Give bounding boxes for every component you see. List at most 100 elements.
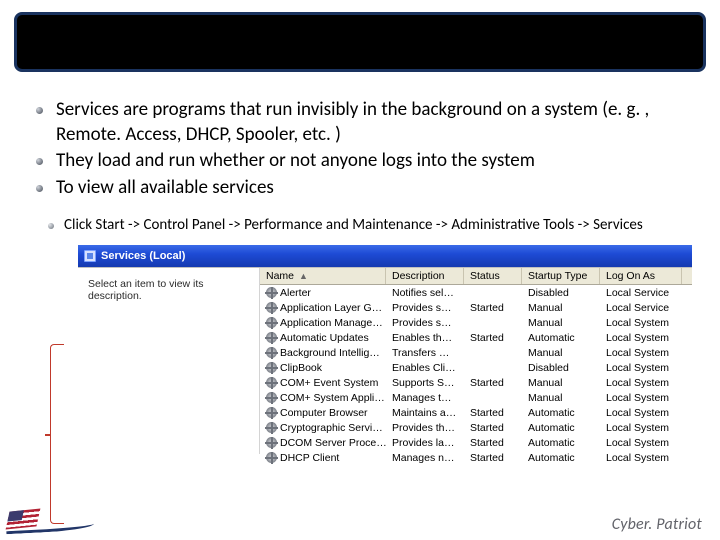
cell-status: Started bbox=[464, 377, 522, 389]
cell-logon: Local System bbox=[600, 332, 682, 344]
slide: Services are programs that run invisibly… bbox=[0, 0, 720, 540]
table-row[interactable]: DCOM Server Proce…Provides la…StartedAut… bbox=[260, 435, 692, 450]
cell-status: Started bbox=[464, 452, 522, 464]
service-name: DCOM Server Proce… bbox=[280, 437, 386, 449]
cell-startup: Automatic bbox=[522, 422, 600, 434]
table-row[interactable]: Automatic UpdatesEnables th…StartedAutom… bbox=[260, 330, 692, 345]
bullet-text: They load and run whether or not anyone … bbox=[56, 149, 535, 172]
cell-logon: Local System bbox=[600, 422, 682, 434]
cell-status: Started bbox=[464, 407, 522, 419]
cell-status: Started bbox=[464, 302, 522, 314]
gear-icon bbox=[266, 422, 277, 433]
cell-name: COM+ System Appli… bbox=[260, 392, 386, 404]
cell-startup: Manual bbox=[522, 347, 600, 359]
gear-icon bbox=[266, 452, 277, 463]
bullet-item: Services are programs that run invisibly… bbox=[36, 98, 706, 147]
cell-description: Provides s… bbox=[386, 317, 464, 329]
cell-name: Background Intellig… bbox=[260, 347, 386, 359]
table-row[interactable]: ClipBookEnables Cli…DisabledLocal System bbox=[260, 360, 692, 375]
cell-name: Automatic Updates bbox=[260, 332, 386, 344]
service-name: DHCP Client bbox=[280, 452, 339, 464]
service-name: COM+ System Appli… bbox=[280, 392, 385, 404]
col-header-startup[interactable]: Startup Type bbox=[522, 268, 600, 284]
sub-bullet-text: Click Start -> Control Panel -> Performa… bbox=[64, 216, 643, 234]
cell-description: Enables th… bbox=[386, 332, 464, 344]
cell-name: ClipBook bbox=[260, 362, 386, 374]
col-header-description[interactable]: Description bbox=[386, 268, 464, 284]
bullet-item: To view all available services bbox=[36, 176, 706, 201]
table-row[interactable]: COM+ Event System Supports S…StartedManua… bbox=[260, 375, 692, 390]
service-name: Cryptographic Servi… bbox=[280, 422, 383, 434]
col-label: Description bbox=[392, 270, 445, 282]
cell-startup: Manual bbox=[522, 392, 600, 404]
cell-logon: Local System bbox=[600, 362, 682, 374]
red-bracket bbox=[50, 344, 64, 524]
cell-name: Alerter bbox=[260, 287, 386, 299]
services-screenshot: Services (Local) Select an item to view … bbox=[78, 245, 692, 465]
table-row[interactable]: AlerterNotifies sel…DisabledLocal Servic… bbox=[260, 285, 692, 300]
table-row[interactable]: Application Layer G…Provides s…StartedMa… bbox=[260, 300, 692, 315]
table-header: Name▲ Description Status Startup Type Lo… bbox=[260, 268, 692, 285]
service-name: Alerter bbox=[280, 287, 311, 299]
cell-logon: Local System bbox=[600, 452, 682, 464]
cell-description: Enables Cli… bbox=[386, 362, 464, 374]
cell-logon: Local System bbox=[600, 407, 682, 419]
cell-description: Notifies sel… bbox=[386, 287, 464, 299]
window-title: Services (Local) bbox=[101, 250, 185, 262]
cell-startup: Automatic bbox=[522, 407, 600, 419]
cell-description: Manages t… bbox=[386, 392, 464, 404]
cell-description: Provides s… bbox=[386, 302, 464, 314]
table-row[interactable]: Application Manage…Provides s…ManualLoca… bbox=[260, 315, 692, 330]
cell-logon: Local Service bbox=[600, 302, 682, 314]
gear-icon bbox=[266, 407, 277, 418]
gear-icon bbox=[266, 287, 277, 298]
col-header-status[interactable]: Status bbox=[464, 268, 522, 284]
table-row[interactable]: Cryptographic Servi…Provides th…StartedA… bbox=[260, 420, 692, 435]
cell-description: Provides la… bbox=[386, 437, 464, 449]
col-header-logon[interactable]: Log On As bbox=[600, 268, 682, 284]
bullet-text: To view all available services bbox=[56, 176, 274, 199]
left-hint-text: Select an item to view its description. bbox=[88, 278, 204, 302]
col-header-name[interactable]: Name▲ bbox=[260, 268, 386, 284]
col-label: Name bbox=[266, 270, 294, 282]
services-icon bbox=[84, 250, 96, 262]
service-name: Computer Browser bbox=[280, 407, 368, 419]
cell-startup: Automatic bbox=[522, 437, 600, 449]
service-name: ClipBook bbox=[280, 362, 322, 374]
cell-startup: Automatic bbox=[522, 452, 600, 464]
col-label: Status bbox=[470, 270, 500, 282]
cell-status: Started bbox=[464, 422, 522, 434]
table-row[interactable]: Background Intellig…Transfers …ManualLoc… bbox=[260, 345, 692, 360]
gear-icon bbox=[266, 332, 277, 343]
cell-description: Supports S… bbox=[386, 377, 464, 389]
cell-logon: Local System bbox=[600, 392, 682, 404]
cell-logon: Local System bbox=[600, 347, 682, 359]
gear-icon bbox=[266, 437, 277, 448]
cell-name: Cryptographic Servi… bbox=[260, 422, 386, 434]
title-bar bbox=[14, 12, 706, 72]
cell-name: Application Manage… bbox=[260, 317, 386, 329]
service-name: Application Manage… bbox=[280, 317, 383, 329]
cell-name: DHCP Client bbox=[260, 452, 386, 464]
table-row[interactable]: COM+ System Appli…Manages t… ManualLocal … bbox=[260, 390, 692, 405]
cell-description: Maintains a… bbox=[386, 407, 464, 419]
cell-status: Started bbox=[464, 437, 522, 449]
cell-logon: Local System bbox=[600, 377, 682, 389]
service-name: COM+ Event System bbox=[280, 377, 378, 389]
window-titlebar: Services (Local) bbox=[78, 245, 692, 267]
gear-icon bbox=[266, 392, 277, 403]
table-row[interactable]: DHCP ClientManages n…StartedAutomaticLoc… bbox=[260, 450, 692, 465]
services-table: Name▲ Description Status Startup Type Lo… bbox=[260, 268, 692, 465]
bullet-text: Services are programs that run invisibly… bbox=[56, 98, 649, 146]
footer-logo bbox=[6, 504, 94, 534]
gear-icon bbox=[266, 362, 277, 373]
cell-name: DCOM Server Proce… bbox=[260, 437, 386, 449]
left-pane: Select an item to view its description. bbox=[78, 268, 260, 454]
cell-startup: Disabled bbox=[522, 287, 600, 299]
cell-description: Provides th… bbox=[386, 422, 464, 434]
window-body: Select an item to view its description. … bbox=[78, 267, 692, 465]
cell-startup: Manual bbox=[522, 377, 600, 389]
brand-text: Cyber. Patriot bbox=[612, 515, 702, 534]
sub-bullet-item: Click Start -> Control Panel -> Performa… bbox=[48, 215, 706, 235]
table-row[interactable]: Computer Browser Maintains a…StartedAutom… bbox=[260, 405, 692, 420]
